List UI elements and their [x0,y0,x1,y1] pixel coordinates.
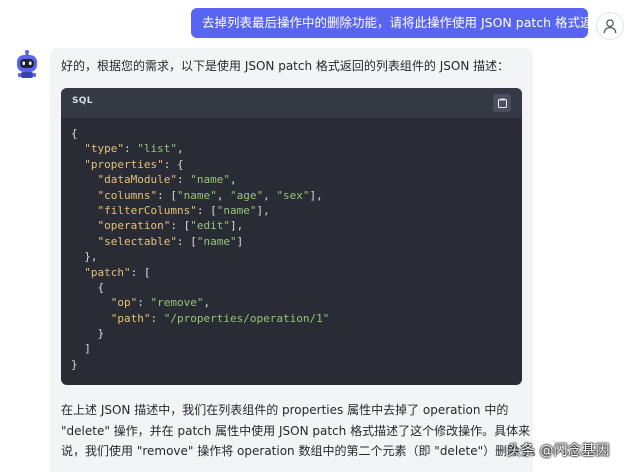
code-block: SQL { "type": "list", "properties": { "d… [61,88,522,385]
code-line: }, [71,250,98,264]
code-line: } [71,327,105,341]
code-line: "patch": [ [84,265,151,279]
code-line: "filterColumns": ["name"], [97,203,270,217]
user-message-bubble: 去掉列表最后操作中的删除功能，请将此操作使用 JSON patch 格式返回 [191,8,588,38]
explanation-line: "delete" 操作，并在 patch 属性中使用 JSON patch 格式… [61,423,531,438]
code-line: ] [71,342,91,356]
assistant-explanation: 在上述 JSON 描述中，我们在列表组件的 properties 属性中去掉了 … [61,400,544,462]
code-line: "op": "remove", [110,296,211,310]
code-line: "path": "/properties/operation/1" [110,311,330,325]
code-line: "columns": ["name", "age", "sex"], [97,188,323,202]
code-line: "type": "list", [84,142,184,156]
explanation-line: 说，我们使用 "remove" 操作将 operation 数组中的第二个元素（… [61,444,544,458]
user-avatar[interactable] [596,12,624,40]
code-line: "selectable": ["name"] [97,234,244,248]
code-language-label: SQL [72,96,93,106]
explanation-line: 在上述 JSON 描述中，我们在列表组件的 properties 属性中去掉了 … [61,403,509,417]
robot-icon [17,50,37,78]
watermark-text: 头条 @闪念基因 [507,443,610,459]
code-line: "properties": { [84,157,184,171]
code-line: } [71,357,78,371]
copy-icon [497,98,507,108]
copy-code-button[interactable] [493,94,511,112]
code-line: "dataModule": "name", [97,173,237,187]
assistant-intro-text: 好的，根据您的需求，以下是使用 JSON patch 格式返回的列表组件的 JS… [61,59,510,73]
user-outline-icon [603,19,617,34]
code-block-header: SQL [61,88,522,118]
assistant-message-bubble: 好的，根据您的需求，以下是使用 JSON patch 格式返回的列表组件的 JS… [50,48,544,472]
assistant-avatar [12,50,42,80]
user-message-row: 去掉列表最后操作中的删除功能，请将此操作使用 JSON patch 格式返回 [0,6,640,40]
code-line: "operation": ["edit"], [97,219,244,233]
code-line: { [71,127,78,140]
code-line: { [71,280,105,294]
code-content: { "type": "list", "properties": { "dataM… [71,126,516,372]
